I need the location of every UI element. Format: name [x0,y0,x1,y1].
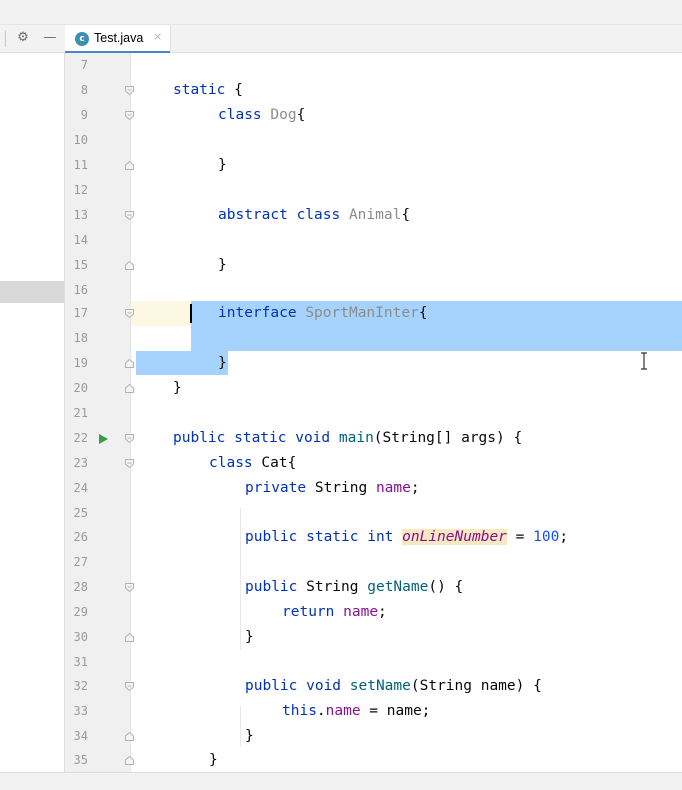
line-number: 28 [73,580,88,594]
line-number: 34 [73,729,88,743]
fold-open-icon[interactable] [124,433,135,444]
fold-open-icon[interactable] [124,210,135,221]
code-line-14: 14 [0,228,682,253]
line-number: 32 [73,679,88,693]
code-line-27: 27 [0,550,682,575]
line-number: 13 [73,208,88,222]
fold-close-icon[interactable] [124,383,135,394]
line-number: 19 [73,356,88,370]
line-number: 18 [73,331,88,345]
tab-label: Test.java [94,31,144,45]
code-line-20: 20 } [0,376,682,401]
line-number: 14 [73,233,88,247]
code-line-28: 28 public String getName() { [0,575,682,600]
close-icon[interactable]: × [153,30,162,43]
fold-close-icon[interactable] [124,160,135,171]
line-number: 29 [73,605,88,619]
fold-open-icon[interactable] [124,582,135,593]
line-number: 12 [73,183,88,197]
line-number: 15 [73,258,88,272]
status-bar [0,772,682,790]
line-number: 26 [73,530,88,544]
code-line-35: 35 } [0,748,682,773]
code-line-24: 24 private String name; [0,476,682,501]
editor-tab-bar: ⚙ — c Test.java × [0,25,682,54]
java-class-icon: c [75,32,89,46]
line-number: 30 [73,630,88,644]
line-number: 10 [73,133,88,147]
code-line-17: 17 interface SportManInter{ [0,301,682,326]
line-number: 23 [73,456,88,470]
line-number: 21 [73,406,88,420]
code-line-33: 33 this.name = name; [0,699,682,724]
code-line-26: 26 public static int onLineNumber = 100; [0,525,682,550]
line-number: 7 [80,58,88,72]
ibeam-cursor-icon [641,352,647,370]
code-line-22: 22 public static void main(String[] args… [0,426,682,451]
toolbar-separator [5,31,6,47]
code-line-29: 29 return name; [0,600,682,625]
line-number: 33 [73,704,88,718]
code-line-8: 8 static { [0,78,682,103]
code-line-9: 9 class Dog{ [0,103,682,128]
line-number: 22 [73,431,88,445]
fold-close-icon[interactable] [124,731,135,742]
fold-close-icon[interactable] [124,632,135,643]
code-line-15: 15 } [0,253,682,278]
line-number: 31 [73,655,88,669]
fold-open-icon[interactable] [124,458,135,469]
fold-open-icon[interactable] [124,85,135,96]
code-line-7: 7 [0,53,682,78]
line-number: 11 [73,158,88,172]
line-number: 24 [73,481,88,495]
line-number: 8 [80,83,88,97]
line-number: 25 [73,506,88,520]
code-line-31: 31 [0,650,682,675]
fold-close-icon[interactable] [124,755,135,766]
fold-open-icon[interactable] [124,681,135,692]
fold-close-icon[interactable] [124,358,135,369]
code-line-19: 19 } [0,351,682,376]
minus-icon[interactable]: — [41,29,59,47]
code-line-25: 25 [0,501,682,526]
fold-close-icon[interactable] [124,260,135,271]
code-line-11: 11 } [0,153,682,178]
run-icon[interactable] [97,432,109,444]
code-line-32: 32 public void setName(String name) { [0,674,682,699]
line-number: 35 [73,753,88,767]
line-number: 20 [73,381,88,395]
line-number: 9 [80,108,88,122]
tab-test-java[interactable]: c Test.java × [65,25,171,54]
code-line-21: 21 [0,401,682,426]
line-number: 17 [73,306,88,320]
highlighted-identifier[interactable]: onLineNumber [402,529,507,545]
code-line-16: 16 [0,278,682,303]
code-line-18: 18 [0,326,682,351]
code-line-10: 10 [0,128,682,153]
fold-open-icon[interactable] [124,110,135,121]
line-number: 16 [73,283,88,297]
line-number: 27 [73,555,88,569]
code-line-23: 23 class Cat{ [0,451,682,476]
code-line-34: 34 } [0,724,682,749]
code-line-30: 30 } [0,625,682,650]
fold-open-icon[interactable] [124,308,135,319]
code-line-12: 12 [0,178,682,203]
gear-icon[interactable]: ⚙ [14,29,32,47]
text-caret [190,304,192,323]
code-line-13: 13 abstract class Animal{ [0,203,682,228]
top-strip [0,0,682,25]
